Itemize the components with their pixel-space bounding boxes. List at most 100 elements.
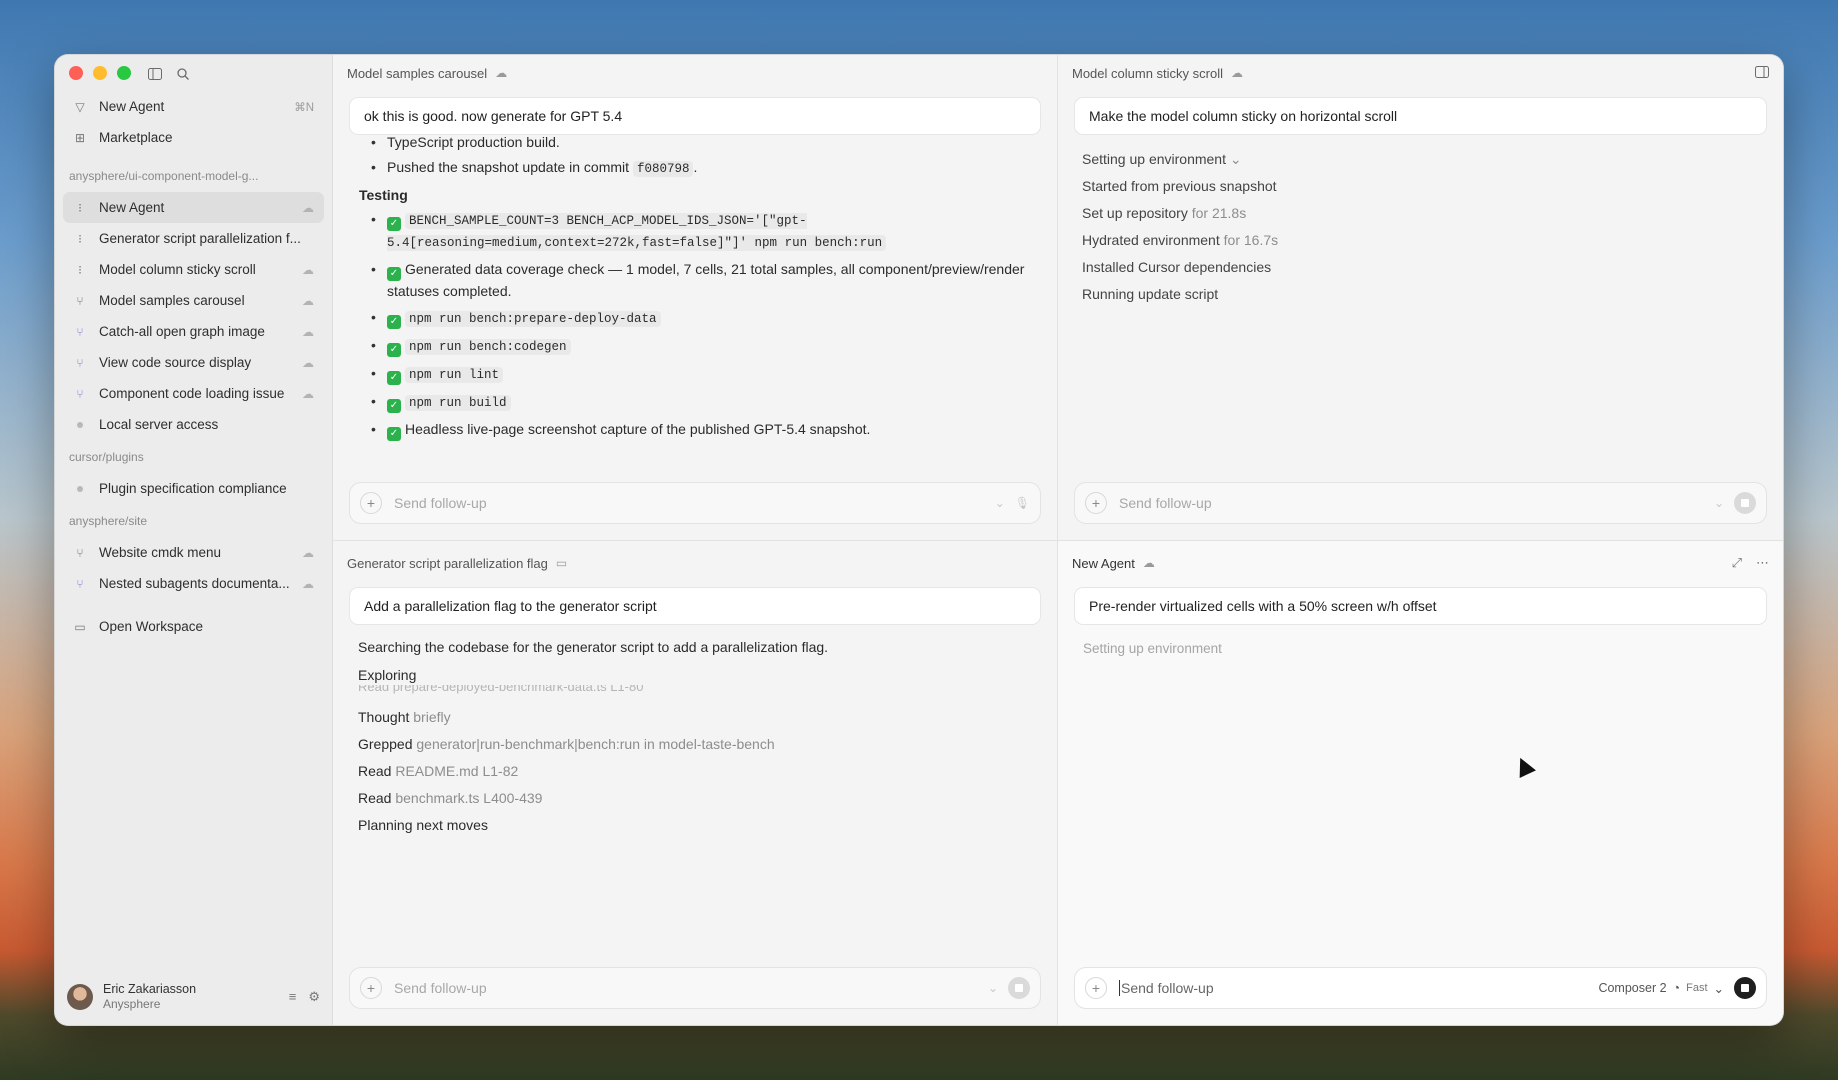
cloud-icon: ☁ (302, 576, 314, 591)
branch-icon: ⑂ (76, 576, 84, 591)
loading-icon: ⁝ (78, 231, 82, 246)
pane-model-samples-carousel: Model samples carousel ☁ ok this is good… (333, 55, 1058, 541)
repo-group-label: anysphere/ui-component-model-g... (69, 168, 259, 183)
dot-icon (73, 485, 87, 492)
toggle-sidebar-icon[interactable] (147, 66, 163, 82)
pane-new-agent: New Agent ☁ ⤢ ⋯ Pre-render virtualized c… (1058, 541, 1783, 1025)
search-icon[interactable] (175, 66, 191, 82)
chevron-down-icon: ⌄ (1229, 150, 1242, 167)
list-item: ✓npm run bench:codegen (369, 335, 1031, 357)
list-item: ✓npm run build (369, 391, 1031, 413)
user-profile[interactable]: Eric Zakariasson Anysphere ≡ ⚙ (67, 979, 320, 1015)
new-agent-shortcut: ⌘N (294, 101, 314, 114)
open-workspace-button[interactable]: ▭ Open Workspace (63, 611, 324, 642)
pane-header: Model samples carousel ☁ (333, 55, 1057, 91)
sidebar-item-open-graph-image[interactable]: ⑂ Catch-all open graph image ☁ (63, 316, 324, 347)
sidebar-item-plugin-spec[interactable]: Plugin specification compliance (63, 473, 324, 504)
speed-icon: ◔ (1672, 981, 1681, 995)
microphone-icon[interactable]: 🎙 (1015, 496, 1030, 510)
gear-icon[interactable]: ⚙ (308, 989, 320, 1005)
agent-response: Searching the codebase for the generator… (333, 637, 1057, 842)
laptop-icon: ▭ (555, 556, 568, 570)
exploring-label: Exploring (358, 667, 417, 683)
maximize-window-button[interactable] (117, 66, 131, 80)
new-agent-button[interactable]: ▽ New Agent ⌘N (63, 91, 324, 122)
branch-icon: ⑂ (76, 386, 84, 401)
sidebar-item-view-code-source[interactable]: ⑂ View code source display ☁ (63, 347, 324, 378)
chevron-down-icon[interactable]: ⌄ (995, 496, 1005, 510)
user-prompt: ok this is good. now generate for GPT 5.… (349, 97, 1041, 135)
sidebar-item-local-server-access[interactable]: Local server access (63, 409, 324, 440)
faded-step: Read prepare-deployed-benchmark-data.ts … (358, 685, 644, 694)
sidebar-item-model-column-sticky[interactable]: ⁝ Model column sticky scroll ☁ (63, 254, 324, 285)
followup-input[interactable]: + Send follow-up ⌄ (1074, 482, 1767, 524)
loading-icon: ⁝ (78, 262, 82, 277)
filter-icon[interactable]: ≡ (289, 989, 297, 1005)
cloud-icon: ☁ (1142, 556, 1155, 570)
check-icon: ✓ (387, 217, 401, 231)
stop-button[interactable] (1734, 492, 1756, 514)
cloud-icon: ☁ (1231, 66, 1243, 80)
pane-title: Model samples carousel (347, 65, 488, 81)
status-item: Hydrated environment for 16.7s (1082, 231, 1279, 248)
cloud-icon: ☁ (302, 262, 314, 277)
section-heading: Testing (359, 187, 408, 203)
sidebar-item-generator-script[interactable]: ⁝ Generator script parallelization f... (63, 223, 324, 254)
sidebar-item-component-code-loading[interactable]: ⑂ Component code loading issue ☁ (63, 378, 324, 409)
list-item: ✓BENCH_SAMPLE_COUNT=3 BENCH_ACP_MODEL_ID… (369, 209, 1031, 253)
folder-icon: ▭ (74, 619, 86, 634)
cloud-icon: ☁ (302, 200, 314, 215)
cloud-icon: ☁ (302, 293, 314, 308)
status-item: Started from previous snapshot (1082, 177, 1277, 194)
sidebar-toolbar (147, 66, 191, 82)
marketplace-link[interactable]: ⊞ Marketplace (63, 122, 324, 153)
followup-input[interactable]: + Send follow-up ⌄ (349, 967, 1041, 1009)
list-item: ✓npm run bench:prepare-deploy-data (369, 307, 1031, 329)
status-item[interactable]: Setting up environment ⌄ (1082, 145, 1757, 172)
app-window: ▽ New Agent ⌘N ⊞ Marketplace anysphere/u… (54, 54, 1784, 1026)
more-options-icon[interactable]: ⋯ (1756, 555, 1769, 571)
setup-status: Setting up environment (1083, 641, 1222, 656)
add-attachment-icon[interactable]: + (1085, 492, 1107, 514)
window-controls (69, 66, 131, 80)
step-item: Grepped generator|run-benchmark|bench:ru… (358, 736, 775, 752)
user-prompt: Pre-render virtualized cells with a 50% … (1074, 587, 1767, 625)
check-icon: ✓ (387, 267, 401, 281)
add-attachment-icon[interactable]: + (360, 977, 382, 999)
toggle-panel-icon[interactable] (1755, 65, 1769, 81)
step-item: Read benchmark.ts L400-439 (358, 790, 543, 806)
list-item: ✓Generated data coverage check — 1 model… (369, 259, 1031, 301)
step-item: Thought briefly (358, 709, 451, 725)
check-icon: ✓ (387, 427, 401, 441)
cloud-icon: ☁ (302, 324, 314, 339)
agent-panes: Model samples carousel ☁ ok this is good… (333, 55, 1783, 1025)
followup-input[interactable]: + Send follow-up ⌄ 🎙 (349, 482, 1041, 524)
check-icon: ✓ (387, 343, 401, 357)
agent-message: Searching the codebase for the generator… (358, 639, 829, 655)
pane-model-column-sticky-scroll: Model column sticky scroll ☁ Make the mo… (1058, 55, 1783, 541)
stop-button[interactable] (1008, 977, 1030, 999)
add-attachment-icon[interactable]: + (1085, 977, 1107, 999)
agent-icon: ▽ (75, 99, 85, 114)
expand-icon[interactable]: ⤢ (1732, 555, 1742, 571)
sidebar-item-nested-subagents[interactable]: ⑂ Nested subagents documenta... ☁ (63, 568, 324, 599)
minimize-window-button[interactable] (93, 66, 107, 80)
user-name: Eric Zakariasson (103, 982, 197, 996)
chevron-down-icon[interactable]: ⌄ (988, 981, 998, 995)
sidebar-item-model-samples-carousel[interactable]: ⑂ Model samples carousel ☁ (63, 285, 324, 316)
pane-generator-script-parallelization: Generator script parallelization flag ▭ … (333, 541, 1058, 1025)
close-window-button[interactable] (69, 66, 83, 80)
sidebar-item-website-cmdk[interactable]: ⑂ Website cmdk menu ☁ (63, 537, 324, 568)
chevron-down-icon[interactable]: ⌄ (1714, 496, 1724, 510)
followup-input[interactable]: + Send follow-up Composer 2 ◔ Fast ⌄ (1074, 967, 1767, 1009)
model-selector[interactable]: Composer 2 ◔ Fast ⌄ (1598, 981, 1724, 996)
add-attachment-icon[interactable]: + (360, 492, 382, 514)
avatar (67, 984, 93, 1010)
branch-icon: ⑂ (76, 293, 84, 308)
sidebar-item-new-agent[interactable]: ⁝ New Agent ☁ (63, 192, 324, 223)
stop-button[interactable] (1734, 977, 1756, 999)
repo-group-label: anysphere/site (69, 513, 148, 528)
check-icon: ✓ (387, 371, 401, 385)
commit-hash: f080798 (632, 161, 694, 177)
branch-icon: ⑂ (76, 324, 84, 339)
